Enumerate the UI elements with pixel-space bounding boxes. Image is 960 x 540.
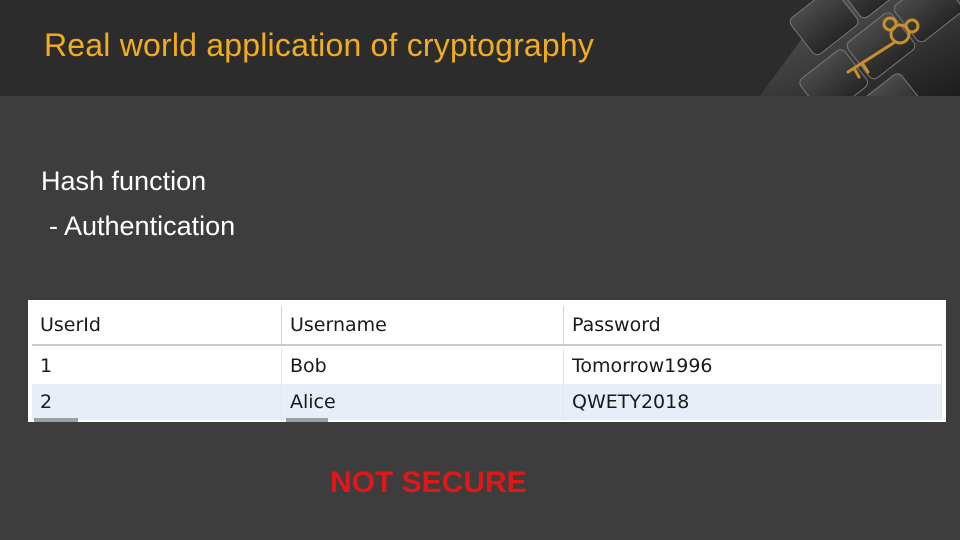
users-table: UserId Username Password 1 Bob Tomorrow1… [28,300,946,422]
column-resize-handle [286,418,328,422]
not-secure-warning: NOT SECURE [330,466,527,499]
keyboard-key-image [760,0,960,96]
table-row[interactable]: 1 Bob Tomorrow1996 [32,348,942,384]
table-header-row: UserId Username Password [32,306,942,346]
column-resize-handle [34,418,78,422]
column-header-userid[interactable]: UserId [32,306,282,344]
bullet-authentication: - Authentication [49,211,236,241]
cell-password: QWETY2018 [564,384,942,420]
cell-username: Alice [282,384,564,420]
cell-userid: 2 [32,384,282,420]
cell-password: Tomorrow1996 [564,348,942,384]
slide-title: Real world application of cryptography [44,27,595,63]
title-band: Real world application of cryptography [0,0,960,96]
cell-username: Bob [282,348,564,384]
column-header-password[interactable]: Password [564,306,942,344]
cell-userid: 1 [32,348,282,384]
bullet-hash-function: Hash function [41,166,207,196]
table-row[interactable]: 2 Alice QWETY2018 [32,384,942,420]
column-header-username[interactable]: Username [282,306,564,344]
